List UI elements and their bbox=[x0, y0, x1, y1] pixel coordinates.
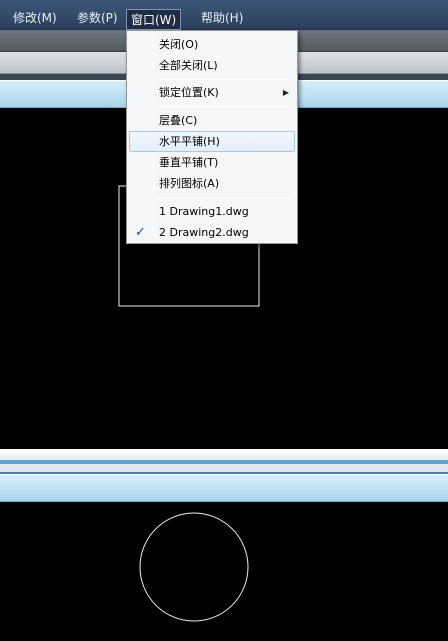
menu-parameters[interactable]: 参数(P) bbox=[73, 8, 122, 28]
menu-item-arrange-icons[interactable]: 排列图标(A) bbox=[129, 173, 295, 194]
menu-separator bbox=[157, 106, 293, 107]
menu-item-label: 层叠(C) bbox=[159, 114, 198, 127]
menu-item-label: 全部关闭(L) bbox=[159, 59, 218, 72]
menu-item-label: 关闭(O) bbox=[159, 38, 199, 51]
menu-help[interactable]: 帮助(H) bbox=[197, 8, 247, 28]
menu-item-close[interactable]: 关闭(O) bbox=[129, 34, 295, 55]
circle-shape[interactable] bbox=[139, 512, 249, 622]
menu-item-label: 排列图标(A) bbox=[159, 177, 220, 190]
menu-separator bbox=[157, 198, 293, 199]
submenu-arrow-icon: ▶ bbox=[282, 88, 289, 97]
menu-item-drawing1[interactable]: 1 Drawing1.dwg bbox=[129, 201, 295, 222]
menu-item-label: 1 Drawing1.dwg bbox=[159, 205, 249, 218]
menu-item-label: 垂直平铺(T) bbox=[159, 156, 219, 169]
menu-item-lock-position[interactable]: 锁定位置(K) ▶ bbox=[129, 82, 295, 103]
checkmark-icon: ✓ bbox=[135, 225, 146, 240]
window-splitter[interactable] bbox=[0, 449, 448, 474]
menu-item-label: 水平平铺(H) bbox=[159, 135, 220, 148]
menu-bar: 修改(M) 参数(P) 窗口(W) 帮助(H) bbox=[0, 0, 448, 30]
menu-item-label: 2 Drawing2.dwg bbox=[159, 226, 249, 239]
menu-item-cascade[interactable]: 层叠(C) bbox=[129, 110, 295, 131]
menu-item-tile-vertical[interactable]: 垂直平铺(T) bbox=[129, 152, 295, 173]
menu-item-tile-horizontal[interactable]: 水平平铺(H) bbox=[129, 131, 295, 152]
menu-modify[interactable]: 修改(M) bbox=[9, 8, 61, 28]
menu-item-close-all[interactable]: 全部关闭(L) bbox=[129, 55, 295, 76]
menu-item-label: 锁定位置(K) bbox=[159, 86, 219, 99]
menu-item-drawing2[interactable]: ✓ 2 Drawing2.dwg bbox=[129, 222, 295, 243]
menu-window[interactable]: 窗口(W) bbox=[126, 9, 182, 30]
window-menu-dropdown: 关闭(O) 全部关闭(L) 锁定位置(K) ▶ 层叠(C) 水平平铺(H) 垂直… bbox=[126, 30, 298, 244]
drawing-2-svg bbox=[139, 512, 249, 622]
menu-separator bbox=[157, 79, 293, 80]
drawing-window-2-titlebar[interactable] bbox=[0, 474, 448, 502]
drawing-2-canvas[interactable] bbox=[0, 502, 448, 641]
splitter-bar bbox=[0, 460, 448, 464]
